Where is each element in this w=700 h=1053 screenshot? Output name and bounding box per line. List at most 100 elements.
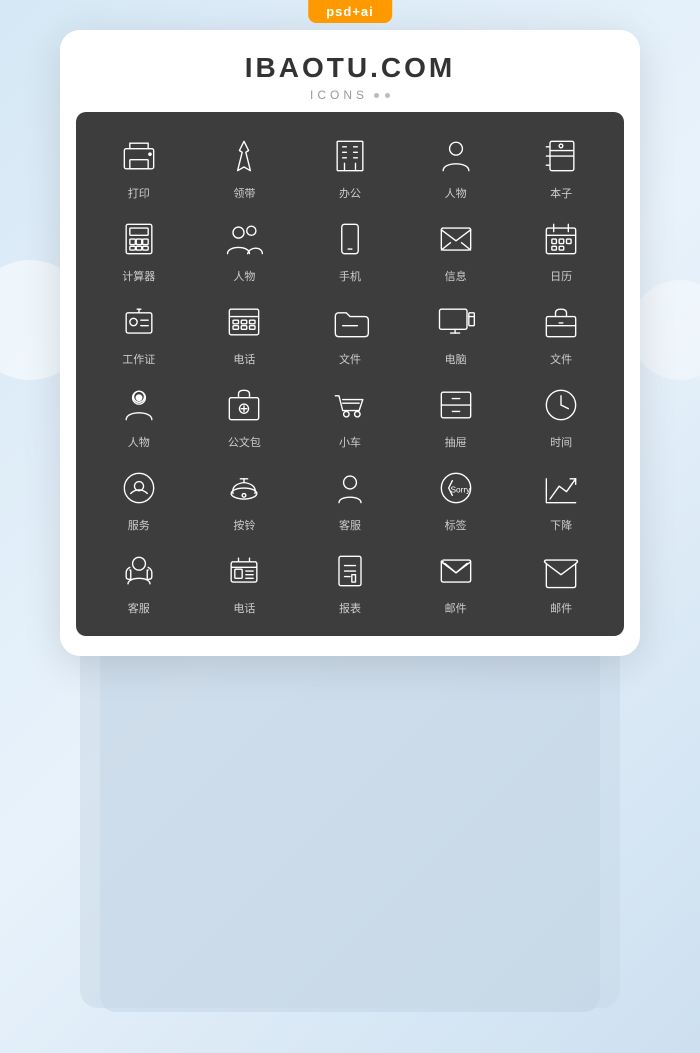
main-card: IBAOTU.COM ICONS 打印 xyxy=(60,30,640,656)
deco-circle-right xyxy=(630,280,700,380)
notebook-icon xyxy=(537,132,585,180)
site-title: IBAOTU.COM xyxy=(80,52,620,84)
report-icon xyxy=(326,547,374,595)
icon-label: 日历 xyxy=(550,268,572,284)
list-item: 服务 xyxy=(94,464,184,533)
list-item: 日历 xyxy=(516,215,606,284)
list-item: 客服 xyxy=(94,547,184,616)
clock-icon xyxy=(537,381,585,429)
list-item: 按铃 xyxy=(199,464,289,533)
headset-icon xyxy=(115,547,163,595)
list-item: 本子 xyxy=(516,132,606,201)
icon-label: 抽屉 xyxy=(445,434,467,450)
drawer-icon xyxy=(432,381,480,429)
office-icon xyxy=(326,132,374,180)
list-item: 抽屉 xyxy=(411,381,501,450)
fax-icon xyxy=(220,547,268,595)
list-item: 文件 xyxy=(516,298,606,367)
list-item: Sorry 标签 xyxy=(411,464,501,533)
subtitle-text: ICONS xyxy=(310,88,368,102)
icon-label: 文件 xyxy=(550,351,572,367)
list-item: 办公 xyxy=(305,132,395,201)
top-badge: psd+ai xyxy=(308,0,392,23)
list-item: 报表 xyxy=(305,547,395,616)
message-icon xyxy=(432,215,480,263)
workcard-icon xyxy=(115,298,163,346)
customer-icon xyxy=(326,464,374,512)
icon-label: 人物 xyxy=(233,268,255,284)
tag-icon: Sorry xyxy=(432,464,480,512)
list-item: 手机 xyxy=(305,215,395,284)
icon-label: 工作证 xyxy=(122,351,155,367)
icon-row-3: 工作证 电话 xyxy=(76,288,624,371)
bag-icon xyxy=(220,381,268,429)
cart-icon xyxy=(326,381,374,429)
briefcase-icon xyxy=(537,298,585,346)
subtitle: ICONS xyxy=(80,88,620,102)
list-item: 打印 xyxy=(94,132,184,201)
list-item: 时间 xyxy=(516,381,606,450)
card-header: IBAOTU.COM ICONS xyxy=(60,30,640,112)
icon-label: 按铃 xyxy=(233,517,255,533)
list-item: 人物 xyxy=(199,215,289,284)
icon-label: 时间 xyxy=(550,434,572,450)
icon-label: 邮件 xyxy=(445,600,467,616)
icon-label: 信息 xyxy=(445,268,467,284)
icon-label: 电话 xyxy=(233,600,255,616)
telephone-icon xyxy=(220,298,268,346)
list-item: 邮件 xyxy=(411,547,501,616)
calendar-icon xyxy=(537,215,585,263)
icon-label: 邮件 xyxy=(550,600,572,616)
mobile-icon xyxy=(326,215,374,263)
svg-text:Sorry: Sorry xyxy=(450,486,471,495)
icon-label: 人物 xyxy=(128,434,150,450)
icon-row-4: 人物 公文包 xyxy=(76,371,624,454)
list-item: 计算器 xyxy=(94,215,184,284)
icon-label: 办公 xyxy=(339,185,361,201)
list-item: 电话 xyxy=(199,298,289,367)
list-item: 领带 xyxy=(199,132,289,201)
icon-label: 公文包 xyxy=(228,434,261,450)
icon-label: 手机 xyxy=(339,268,361,284)
icon-label: 客服 xyxy=(128,600,150,616)
decline-icon xyxy=(537,464,585,512)
icon-label: 领带 xyxy=(233,185,255,201)
icon-label: 标签 xyxy=(445,517,467,533)
icon-label: 下降 xyxy=(550,517,572,533)
icon-label: 报表 xyxy=(339,600,361,616)
list-item: 公文包 xyxy=(199,381,289,450)
tie-icon xyxy=(220,132,268,180)
list-item: 电脑 xyxy=(411,298,501,367)
icon-row-2: 计算器 人物 xyxy=(76,205,624,288)
list-item: 人物 xyxy=(411,132,501,201)
icon-label: 人物 xyxy=(445,185,467,201)
list-item: 邮件 xyxy=(516,547,606,616)
icon-label: 电脑 xyxy=(445,351,467,367)
icon-label: 电话 xyxy=(233,351,255,367)
icon-panel: 打印 领带 xyxy=(76,112,624,636)
icon-label: 小车 xyxy=(339,434,361,450)
list-item: 文件 xyxy=(305,298,395,367)
mail2-icon xyxy=(537,547,585,595)
icon-label: 客服 xyxy=(339,517,361,533)
subtitle-dot1 xyxy=(374,93,379,98)
list-item: 下降 xyxy=(516,464,606,533)
list-item: 客服 xyxy=(305,464,395,533)
computer-icon xyxy=(432,298,480,346)
icon-label: 文件 xyxy=(339,351,361,367)
calculator-icon xyxy=(115,215,163,263)
person1-icon xyxy=(432,132,480,180)
mail1-icon xyxy=(432,547,480,595)
list-item: 工作证 xyxy=(94,298,184,367)
bell-icon xyxy=(220,464,268,512)
list-item: 信息 xyxy=(411,215,501,284)
list-item: 小车 xyxy=(305,381,395,450)
icon-row-6: 客服 电话 xyxy=(76,537,624,620)
icon-label: 打印 xyxy=(128,185,150,201)
icon-label: 服务 xyxy=(128,517,150,533)
list-item: 人物 xyxy=(94,381,184,450)
subtitle-dot2 xyxy=(385,93,390,98)
service-icon xyxy=(115,464,163,512)
icon-label: 计算器 xyxy=(122,268,155,284)
icon-row-5: 服务 按铃 xyxy=(76,454,624,537)
